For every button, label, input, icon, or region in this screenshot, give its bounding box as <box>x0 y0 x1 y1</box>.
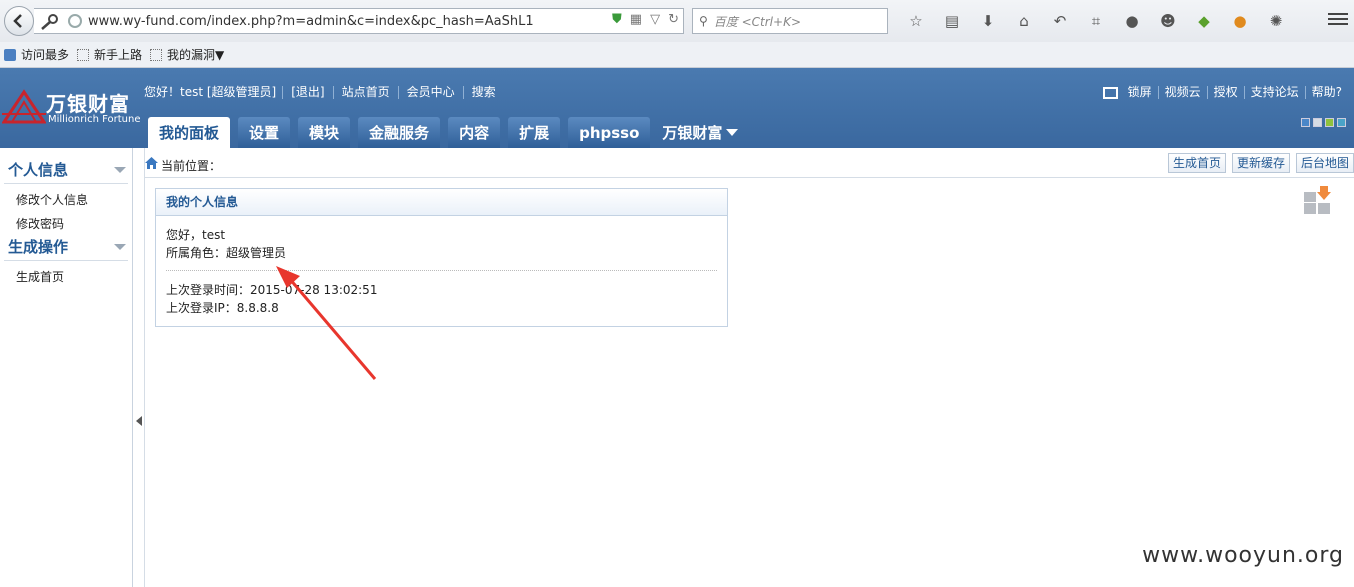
watermark: www.wooyun.org <box>1142 543 1344 568</box>
annotation-arrow-icon <box>276 266 377 380</box>
